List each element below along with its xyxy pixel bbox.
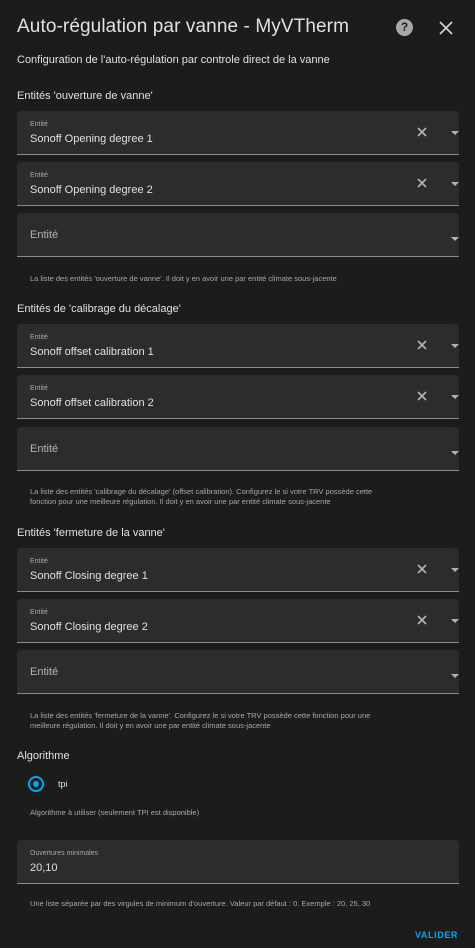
algorithm-helper-text: Algorithme à utiliser (seulement TPI est… <box>30 808 200 817</box>
field-value: Sonoff Closing degree 2 <box>30 621 148 633</box>
chevron-down-icon[interactable] <box>451 395 459 399</box>
field-value: Sonoff Opening degree 1 <box>30 133 153 145</box>
opening-entity-field-1[interactable]: Entité Sonoff Opening degree 1 <box>17 111 459 155</box>
opening-entity-field-2[interactable]: Entité Sonoff Opening degree 2 <box>17 162 459 206</box>
field-label: Entité <box>30 609 48 616</box>
field-label: Entité <box>30 385 48 392</box>
chevron-down-icon[interactable] <box>451 344 459 348</box>
field-value: Sonoff offset calibration 2 <box>30 397 154 409</box>
helper-line: fonction pour une meilleure régulation. … <box>30 497 331 506</box>
chevron-down-icon[interactable] <box>451 131 459 135</box>
opening-entity-field-empty[interactable]: Entité <box>17 213 459 257</box>
field-label: Entité <box>30 334 48 341</box>
clear-icon[interactable] <box>416 563 428 575</box>
helper-line: La liste des entités 'fermeture de la va… <box>30 711 371 720</box>
field-label: Entité <box>30 121 48 128</box>
clear-icon[interactable] <box>416 339 428 351</box>
chevron-down-icon[interactable] <box>451 674 459 678</box>
clear-icon[interactable] <box>416 126 428 138</box>
clear-icon[interactable] <box>416 614 428 626</box>
chevron-down-icon[interactable] <box>451 568 459 572</box>
radio-dot <box>33 781 39 787</box>
dialog-header: Auto-régulation par vanne - MyVTherm ? <box>0 0 475 52</box>
section-title-closing: Entités 'fermeture de la vanne' <box>17 527 165 539</box>
help-icon[interactable]: ? <box>396 19 413 36</box>
min-openings-input[interactable]: Ouvertures minimales 20,10 <box>17 840 459 884</box>
close-icon[interactable] <box>436 18 456 38</box>
offset-entity-field-1[interactable]: Entité Sonoff offset calibration 1 <box>17 324 459 368</box>
clear-icon[interactable] <box>416 177 428 189</box>
offset-entity-field-2[interactable]: Entité Sonoff offset calibration 2 <box>17 375 459 419</box>
section-title-offset: Entités de 'calibrage du décalage' <box>17 303 181 315</box>
offset-entity-field-empty[interactable]: Entité <box>17 427 459 471</box>
closing-entity-field-empty[interactable]: Entité <box>17 650 459 694</box>
submit-button[interactable]: VALIDER <box>415 930 458 940</box>
algorithm-radio-tpi[interactable] <box>28 776 44 792</box>
opening-helper-text: La liste des entités 'ouverture de vanne… <box>30 274 337 283</box>
field-placeholder: Entité <box>30 229 59 241</box>
min-openings-helper-text: Une liste séparée par des virgules de mi… <box>30 899 371 908</box>
closing-helper-text: La liste des entités 'fermeture de la va… <box>30 711 450 731</box>
helper-line: La liste des entités 'calibrage du décal… <box>30 487 373 496</box>
chevron-down-icon[interactable] <box>451 182 459 186</box>
dialog-subtitle: Configuration de l'auto-régulation par c… <box>17 54 330 66</box>
clear-icon[interactable] <box>416 390 428 402</box>
field-label: Entité <box>30 558 48 565</box>
section-title-opening: Entités 'ouverture de vanne' <box>17 90 153 102</box>
chevron-down-icon[interactable] <box>451 451 459 455</box>
field-value[interactable]: 20,10 <box>30 862 58 874</box>
algorithm-option-label[interactable]: tpi <box>58 779 68 789</box>
closing-entity-field-2[interactable]: Entité Sonoff Closing degree 2 <box>17 599 459 643</box>
dialog-title: Auto-régulation par vanne - MyVTherm <box>17 16 350 37</box>
closing-entity-field-1[interactable]: Entité Sonoff Closing degree 1 <box>17 548 459 592</box>
field-label: Entité <box>30 172 48 179</box>
field-label: Ouvertures minimales <box>30 850 99 857</box>
offset-helper-text: La liste des entités 'calibrage du décal… <box>30 487 450 507</box>
field-value: Sonoff Closing degree 1 <box>30 570 148 582</box>
field-value: Sonoff Opening degree 2 <box>30 184 153 196</box>
field-value: Sonoff offset calibration 1 <box>30 346 154 358</box>
field-placeholder: Entité <box>30 443 59 455</box>
chevron-down-icon[interactable] <box>451 237 459 241</box>
field-placeholder: Entité <box>30 666 59 678</box>
helper-line: meilleure régulation. Il doit y en avoir… <box>30 721 271 730</box>
section-title-algorithm: Algorithme <box>17 750 70 762</box>
chevron-down-icon[interactable] <box>451 619 459 623</box>
